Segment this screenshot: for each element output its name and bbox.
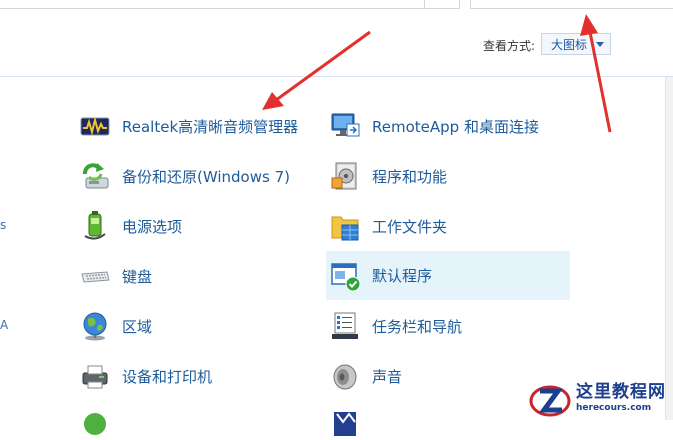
cp-item-sound[interactable]: 声音 xyxy=(328,358,402,394)
work-folders-icon xyxy=(328,209,362,243)
watermark: 这里教程网 herecours.com xyxy=(528,377,673,420)
cp-item-partial[interactable] xyxy=(328,404,362,440)
clipped-item-text: s xyxy=(0,218,7,232)
cp-item-keyboard[interactable]: 键盘 xyxy=(78,258,152,294)
cp-item-taskbar-navigation[interactable]: 任务栏和导航 xyxy=(328,308,462,344)
cp-item-label: Realtek高清晰音频管理器 xyxy=(122,117,299,136)
cp-item-label: 电源选项 xyxy=(122,217,183,236)
taskbar-navigation-icon xyxy=(328,309,362,343)
partial-green-icon xyxy=(78,405,112,439)
search-input[interactable] xyxy=(470,0,673,9)
cp-item-label: 声音 xyxy=(372,367,403,386)
view-by-label: 查看方式: xyxy=(483,39,536,53)
toolbar: 查看方式: 大图标 xyxy=(0,0,673,77)
cp-item-default-programs[interactable]: 默认程序 xyxy=(326,251,570,300)
cp-item-label: RemoteApp 和桌面连接 xyxy=(372,117,539,136)
cp-item-partial[interactable] xyxy=(78,404,112,440)
programs-features-icon xyxy=(328,159,362,193)
power-options-icon xyxy=(78,209,112,243)
view-by-value: 大图标 xyxy=(551,37,588,52)
chevron-down-icon xyxy=(596,42,604,47)
watermark-logo-icon xyxy=(529,385,571,416)
remoteapp-icon xyxy=(328,109,362,143)
vertical-scrollbar[interactable] xyxy=(665,77,673,420)
cp-item-label: 区域 xyxy=(122,317,153,336)
cp-item-backup-restore[interactable]: 备份和还原(Windows 7) xyxy=(78,158,290,194)
view-by-dropdown[interactable]: 大图标 xyxy=(541,33,611,55)
cp-item-label: 任务栏和导航 xyxy=(372,317,463,336)
keyboard-icon xyxy=(78,259,112,293)
cp-item-remoteapp[interactable]: RemoteApp 和桌面连接 xyxy=(328,108,539,144)
address-bar[interactable] xyxy=(0,0,460,9)
partial-blue-icon xyxy=(328,405,362,439)
cp-item-label: 设备和打印机 xyxy=(122,367,213,386)
cp-item-programs-features[interactable]: 程序和功能 xyxy=(328,158,447,194)
backup-restore-icon xyxy=(78,159,112,193)
cp-item-label: 备份和还原(Windows 7) xyxy=(122,167,290,186)
sound-speaker-icon xyxy=(328,359,362,393)
clipped-item-text: A xyxy=(0,318,9,332)
watermark-url: herecours.com xyxy=(576,403,652,413)
cp-item-work-folders[interactable]: 工作文件夹 xyxy=(328,208,447,244)
default-programs-icon xyxy=(328,259,362,293)
realtek-audio-icon xyxy=(78,109,112,143)
devices-printers-icon xyxy=(78,359,112,393)
region-globe-icon xyxy=(78,309,112,343)
cp-item-power-options[interactable]: 电源选项 xyxy=(78,208,182,244)
cp-item-realtek-audio[interactable]: Realtek高清晰音频管理器 xyxy=(78,108,298,144)
cp-item-label: 工作文件夹 xyxy=(372,217,448,236)
cp-item-devices-printers[interactable]: 设备和打印机 xyxy=(78,358,212,394)
address-dropdown-button[interactable] xyxy=(424,0,459,8)
watermark-title: 这里教程网 xyxy=(576,382,666,402)
cp-item-label: 键盘 xyxy=(122,267,153,286)
cp-item-label: 程序和功能 xyxy=(372,167,448,186)
cp-item-region[interactable]: 区域 xyxy=(78,308,152,344)
cp-item-label: 默认程序 xyxy=(372,267,433,285)
